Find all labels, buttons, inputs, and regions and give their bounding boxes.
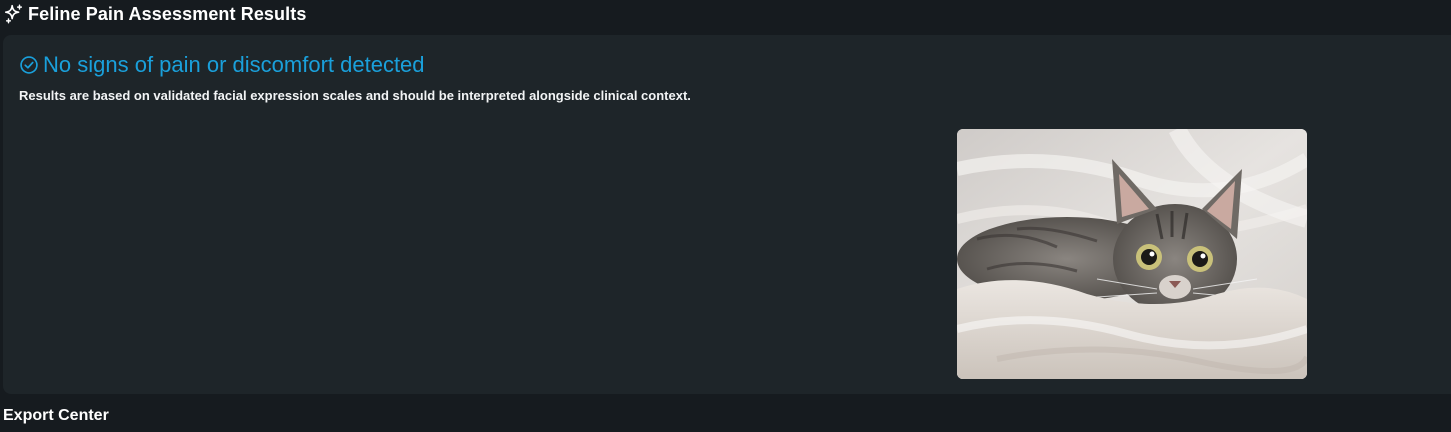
results-header: Feline Pain Assessment Results	[0, 0, 306, 28]
cat-photo	[957, 129, 1307, 379]
page-title: Feline Pain Assessment Results	[28, 3, 307, 24]
results-disclaimer: Results are based on validated facial ex…	[19, 88, 691, 103]
sparkle-icon	[3, 3, 25, 25]
status-message: No signs of pain or discomfort detected	[43, 52, 425, 77]
export-center-title: Export Center	[3, 407, 109, 424]
assessment-result-card: No signs of pain or discomfort detected …	[3, 35, 1451, 394]
check-circle-icon	[19, 55, 39, 75]
status-row: No signs of pain or discomfort detected	[19, 52, 425, 78]
